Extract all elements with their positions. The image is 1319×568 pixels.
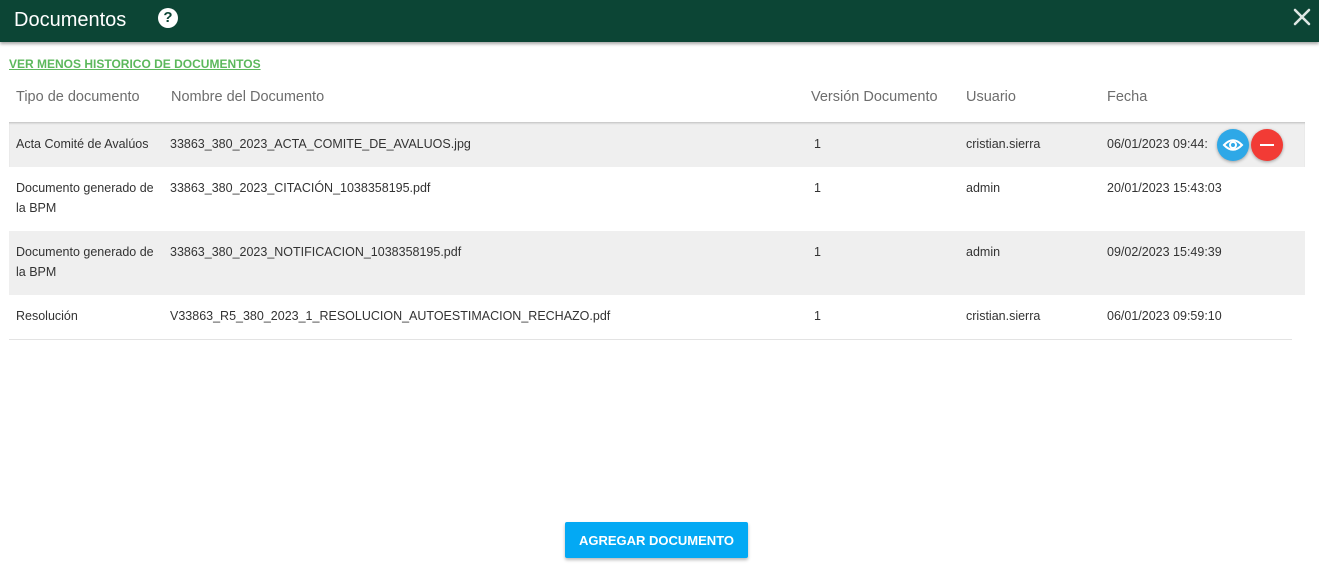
column-header-nombre[interactable]: Nombre del Documento (171, 89, 324, 105)
cell-fecha: 20/01/2023 15:43:03 (1107, 181, 1222, 195)
cell-tipo: Documento generado de la BPM (16, 181, 154, 215)
view-document-button[interactable] (1217, 129, 1249, 161)
table-row[interactable]: Resolución V33863_R5_380_2023_1_RESOLUCI… (9, 295, 1305, 339)
cell-usuario: cristian.sierra (966, 137, 1041, 151)
column-header-version[interactable]: Versión Documento (811, 89, 938, 105)
cell-version: 1 (814, 245, 821, 259)
column-header-tipo[interactable]: Tipo de documento (16, 89, 140, 105)
cell-fecha: 06/01/2023 09:44: (1107, 137, 1208, 151)
dialog-title: Documentos (14, 9, 127, 31)
minus-icon (1260, 144, 1274, 146)
eye-icon (1222, 139, 1244, 151)
cell-usuario: admin (966, 245, 1001, 259)
table-row[interactable]: Acta Comité de Avalúos 33863_380_2023_AC… (9, 122, 1305, 167)
toggle-history-link[interactable]: VER MENOS HISTORICO DE DOCUMENTOS (9, 57, 261, 71)
cell-version: 1 (814, 309, 821, 323)
table-row[interactable]: Documento generado de la BPM 33863_380_2… (9, 231, 1305, 295)
close-icon[interactable] (1291, 6, 1313, 28)
question-circle-icon[interactable]: ? (158, 8, 178, 28)
column-header-fecha[interactable]: Fecha (1107, 89, 1147, 105)
cell-tipo: Acta Comité de Avalúos (16, 137, 149, 151)
cell-nombre: V33863_R5_380_2023_1_RESOLUCION_AUTOESTI… (170, 309, 611, 323)
table-row[interactable]: Documento generado de la BPM 33863_380_2… (9, 167, 1305, 231)
cell-nombre: 33863_380_2023_NOTIFICACION_1038358195.p… (170, 245, 462, 259)
remove-document-button[interactable] (1251, 129, 1283, 161)
cell-tipo: Documento generado de la BPM (16, 245, 154, 279)
cell-nombre: 33863_380_2023_CITACIÓN_1038358195.pdf (170, 181, 431, 195)
column-header-usuario[interactable]: Usuario (966, 89, 1016, 105)
cell-tipo: Resolución (16, 309, 78, 323)
cell-fecha: 09/02/2023 15:49:39 (1107, 245, 1222, 259)
add-document-button[interactable]: AGREGAR DOCUMENTO (565, 522, 748, 558)
cell-fecha: 06/01/2023 09:59:10 (1107, 309, 1222, 323)
cell-version: 1 (814, 181, 821, 195)
cell-version: 1 (814, 137, 821, 151)
cell-nombre: 33863_380_2023_ACTA_COMITE_DE_AVALUOS.jp… (170, 137, 471, 151)
cell-usuario: admin (966, 181, 1001, 195)
cell-usuario: cristian.sierra (966, 309, 1041, 323)
table-bottom-divider (9, 339, 1292, 340)
documents-dialog: Documentos ? VER MENOS HISTORICO DE DOCU… (0, 0, 1319, 568)
dialog-header: Documentos ? (0, 0, 1319, 42)
